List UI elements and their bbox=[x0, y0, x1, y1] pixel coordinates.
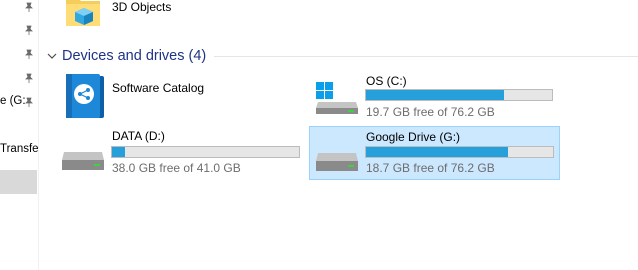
pin-icon[interactable] bbox=[24, 73, 34, 83]
software-catalog-icon bbox=[66, 74, 104, 118]
pin-icon[interactable] bbox=[24, 49, 34, 59]
chevron-down-icon[interactable] bbox=[46, 50, 58, 62]
drive-free-space: 19.7 GB free of 76.2 GB bbox=[366, 105, 495, 119]
devices-and-drives-header[interactable]: Devices and drives (4) bbox=[46, 46, 206, 66]
nav-item-google-drive[interactable]: e (G: bbox=[0, 95, 26, 107]
drive-name: Google Drive (G:) bbox=[366, 130, 461, 144]
drive-usage-bar bbox=[365, 146, 554, 158]
drive-tile-data-d[interactable]: DATA (D:) 38.0 GB free of 41.0 GB bbox=[56, 126, 304, 176]
drive-usage-fill bbox=[366, 90, 504, 100]
pin-icon[interactable] bbox=[24, 25, 34, 35]
3d-objects-folder-icon[interactable] bbox=[64, 0, 104, 28]
drive-name: DATA (D:) bbox=[112, 129, 165, 143]
hard-drive-icon bbox=[316, 153, 358, 171]
pin-icon[interactable] bbox=[24, 2, 34, 12]
group-divider bbox=[214, 56, 638, 57]
drive-usage-fill bbox=[366, 147, 509, 157]
group-title: Devices and drives (4) bbox=[62, 48, 207, 64]
drive-tile-os-c[interactable]: OS (C:) 19.7 GB free of 76.2 GB bbox=[310, 72, 558, 122]
drive-usage-bar bbox=[111, 146, 300, 158]
drive-usage-fill bbox=[112, 147, 126, 157]
drive-free-space: 38.0 GB free of 41.0 GB bbox=[112, 161, 241, 175]
drive-free-space: 18.7 GB free of 76.2 GB bbox=[366, 161, 495, 175]
3d-objects-label[interactable]: 3D Objects bbox=[112, 0, 171, 14]
windows-drive-icon bbox=[316, 82, 358, 114]
hard-drive-icon bbox=[62, 152, 104, 170]
navigation-pane[interactable]: e (G: Transfe bbox=[0, 0, 39, 270]
nav-item-transfer[interactable]: Transfe bbox=[0, 143, 39, 155]
drive-tile-google-drive-g[interactable]: Google Drive (G:) 18.7 GB free of 76.2 G… bbox=[309, 126, 560, 180]
drive-tile-software-catalog[interactable]: Software Catalog bbox=[60, 72, 300, 122]
drive-name: OS (C:) bbox=[366, 74, 407, 88]
drive-usage-bar bbox=[365, 89, 553, 101]
pin-icon[interactable] bbox=[24, 97, 34, 107]
drive-name: Software Catalog bbox=[112, 81, 205, 95]
nav-item-selected[interactable] bbox=[0, 170, 37, 194]
